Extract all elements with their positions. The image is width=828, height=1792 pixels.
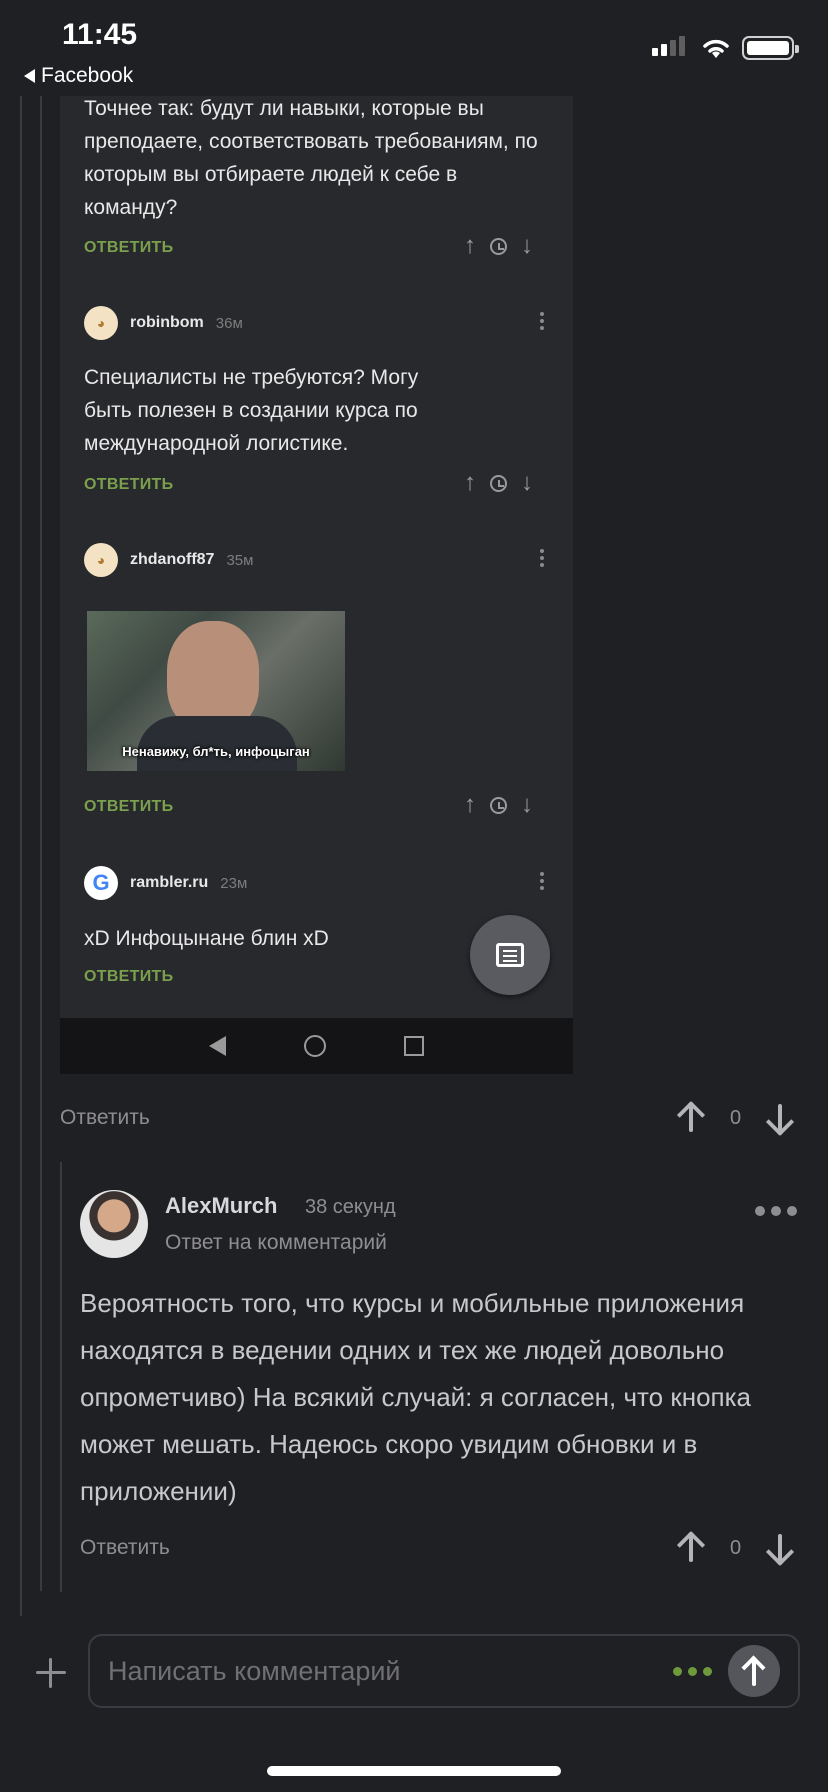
thread-line (60, 1162, 62, 1592)
android-nav-bar (60, 1018, 573, 1074)
comment-input[interactable] (108, 1655, 673, 1687)
embedded-username: rambler.ru (130, 874, 209, 891)
google-logo-icon: G (84, 866, 118, 900)
comment-composer (88, 1634, 800, 1708)
upvote-icon[interactable] (676, 1102, 706, 1134)
more-vertical-icon (540, 312, 544, 330)
wifi-icon (700, 36, 732, 60)
nav-home-icon (304, 1035, 326, 1057)
embedded-vote-actions: ↑ ↓ (464, 232, 533, 260)
arrow-up-icon: ↑ (464, 469, 476, 496)
avatar: ◕ (84, 306, 118, 340)
embedded-reply-link: ОТВЕТИТЬ (84, 476, 174, 493)
downvote-icon[interactable] (765, 1532, 795, 1564)
embedded-vote-actions: ↑ ↓ (464, 791, 533, 819)
back-to-facebook-link[interactable]: Facebook (24, 64, 133, 88)
downvote-icon[interactable] (765, 1102, 795, 1134)
reply-vote-controls: 0 (676, 1532, 795, 1564)
arrow-down-icon: ↓ (521, 469, 533, 496)
reply-button[interactable]: Ответить (80, 1536, 170, 1560)
back-link-label: Facebook (41, 64, 134, 87)
cellular-signal-icon (652, 36, 685, 56)
nav-back-icon (209, 1036, 226, 1056)
post-vote-controls: 0 (676, 1102, 795, 1134)
clock-icon (490, 796, 507, 814)
thread-line (20, 96, 22, 1616)
home-indicator (267, 1766, 561, 1776)
comment-author[interactable]: AlexMurch (165, 1193, 277, 1219)
more-vertical-icon (540, 549, 544, 567)
message-icon (496, 943, 524, 967)
thread-line (40, 96, 42, 1591)
arrow-up-icon: ↑ (464, 791, 476, 818)
arrow-down-icon: ↓ (521, 232, 533, 259)
embedded-comment-text: Точнее так: будут ли навыки, которые вы … (84, 97, 538, 219)
add-attachment-icon[interactable] (34, 1656, 68, 1690)
vote-score: 0 (730, 1106, 742, 1129)
embedded-username: zhdanoff87 (130, 551, 215, 568)
embedded-user-row: G rambler.ru 23м (84, 866, 247, 900)
arrow-up-icon: ↑ (464, 232, 476, 259)
embedded-time: 23м (220, 874, 248, 892)
embedded-vote-actions: ↑ ↓ (464, 469, 533, 497)
embedded-time: 35м (226, 551, 254, 569)
upvote-icon[interactable] (676, 1532, 706, 1564)
status-time: 11:45 (62, 18, 138, 51)
avatar[interactable] (80, 1190, 148, 1258)
embedded-user-row: ◕ zhdanoff87 35м (84, 543, 253, 577)
embedded-reply-link: ОТВЕТИТЬ (84, 798, 174, 815)
battery-icon (742, 36, 799, 60)
embedded-reply-link: ОТВЕТИТЬ (84, 968, 174, 985)
more-vertical-icon (540, 872, 544, 890)
clock-icon (490, 237, 507, 255)
embedded-comment-text: Специалисты не требуются? Могу быть поле… (84, 366, 419, 455)
embedded-comment-text: xD Инфоцынане блин xD (84, 927, 329, 950)
reply-to-label[interactable]: Ответ на комментарий (165, 1231, 387, 1255)
vote-score: 0 (730, 1536, 742, 1559)
meme-caption: Ненавижу, бл*ть, инфоцыган (122, 744, 310, 759)
embedded-user-row: ◕ robinbom 36м (84, 306, 243, 340)
back-arrow-icon (24, 69, 35, 83)
send-button[interactable] (728, 1645, 780, 1697)
embedded-reply-link: ОТВЕТИТЬ (84, 239, 174, 256)
reply-button[interactable]: Ответить (60, 1106, 150, 1130)
embedded-comment-fab (470, 915, 550, 995)
comment-time: 38 секунд (305, 1196, 396, 1218)
arrow-down-icon: ↓ (521, 791, 533, 818)
embedded-username: robinbom (130, 314, 204, 331)
meme-image: Ненавижу, бл*ть, инфоцыган (87, 611, 345, 771)
embedded-time: 36м (215, 314, 243, 332)
avatar: ◕ (84, 543, 118, 577)
composer-options-icon[interactable] (673, 1666, 712, 1676)
more-options-icon[interactable] (755, 1206, 797, 1216)
comment-body: Вероятность того, что курсы и мобильные … (80, 1288, 752, 1506)
embedded-screenshot: Точнее так: будут ли навыки, которые вы … (60, 96, 573, 1074)
clock-icon (490, 474, 507, 492)
nav-recent-icon (404, 1036, 424, 1056)
